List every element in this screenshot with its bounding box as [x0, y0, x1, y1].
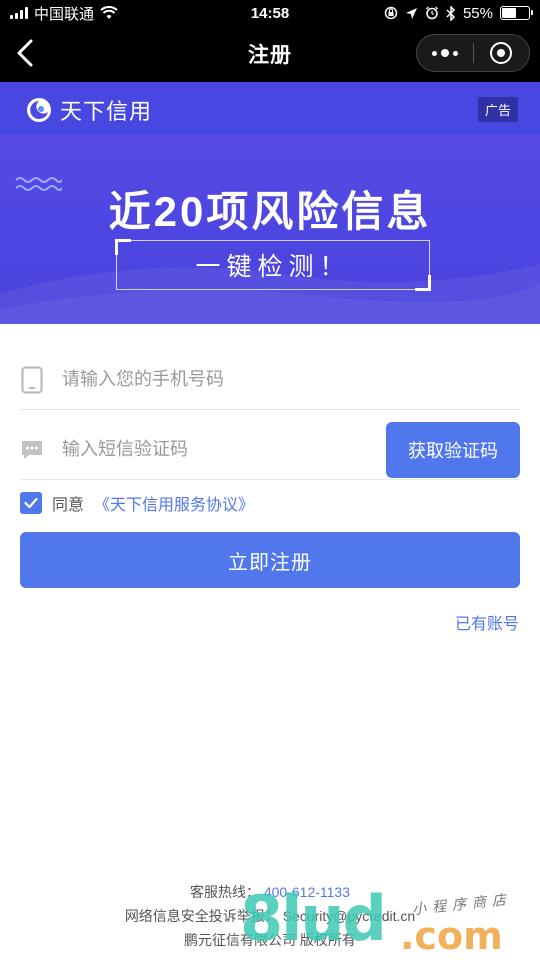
get-code-button[interactable]: 获取验证码 [386, 422, 520, 478]
rotation-lock-icon [384, 6, 398, 20]
target-circle-icon [490, 42, 513, 64]
back-button[interactable] [10, 38, 40, 68]
bluetooth-icon [446, 5, 456, 21]
footer-hotline: 客服热线： 400-612-1133 [0, 882, 540, 902]
brand: 天下信用 [26, 94, 152, 126]
brand-logo-icon [27, 98, 51, 122]
banner-headline: 近20项风险信息 [108, 188, 432, 235]
signal-icon [10, 7, 28, 19]
status-left: 中国联通 [10, 3, 118, 24]
agreement-link[interactable]: 《天下信用服务协议》 [94, 491, 254, 515]
login-link[interactable]: 已有账号 [455, 610, 519, 634]
verification-code-input[interactable] [62, 439, 282, 460]
hotline-label: 客服热线： [189, 884, 260, 900]
footer-copyright: 鹏元征信有限公司 版权所有 [184, 932, 356, 948]
carrier-name: 中国联通 [34, 5, 95, 23]
close-miniprogram-button[interactable] [474, 35, 530, 71]
ad-label: 广告 [477, 97, 518, 122]
nav-bar: 注册 [0, 26, 540, 82]
verification-code-row: 获取验证码 [20, 420, 520, 480]
chevron-left-icon [17, 39, 33, 67]
wifi-icon [100, 6, 118, 19]
checkmark-icon [24, 497, 38, 509]
page-title: 注册 [248, 44, 292, 67]
phone-input[interactable] [62, 369, 362, 390]
phone-row [20, 350, 520, 410]
banner-curve-decoration [0, 264, 540, 324]
status-right: 55% [384, 4, 533, 22]
footer-report: 网络信息安全投诉举报： Security@pycredit.cn [0, 906, 540, 926]
phone-icon [20, 366, 44, 394]
report-email[interactable]: Security@pycredit.cn [283, 908, 415, 924]
status-bar: 中国联通 14:58 55% [0, 0, 540, 26]
message-icon [20, 436, 44, 464]
agreement-row: 同意 《天下信用服务协议》 [20, 490, 254, 516]
register-button[interactable]: 立即注册 [20, 532, 520, 588]
more-button[interactable] [417, 35, 473, 71]
battery-icon [500, 6, 533, 20]
more-dots-icon [431, 49, 458, 57]
battery-percent: 55% [462, 4, 493, 22]
brand-name: 天下信用 [60, 99, 153, 124]
ad-banner[interactable]: 天下信用 广告 近20项风险信息 一键检测！ [0, 82, 540, 324]
agree-label: 同意 [52, 497, 85, 514]
battery-level [502, 8, 517, 18]
hotline-number[interactable]: 400-612-1133 [264, 884, 350, 900]
miniprogram-capsule [416, 34, 530, 72]
alarm-icon [425, 6, 438, 20]
agreement-checkbox[interactable] [20, 492, 42, 514]
report-label: 网络信息安全投诉举报： [124, 908, 279, 924]
location-icon [405, 7, 417, 19]
